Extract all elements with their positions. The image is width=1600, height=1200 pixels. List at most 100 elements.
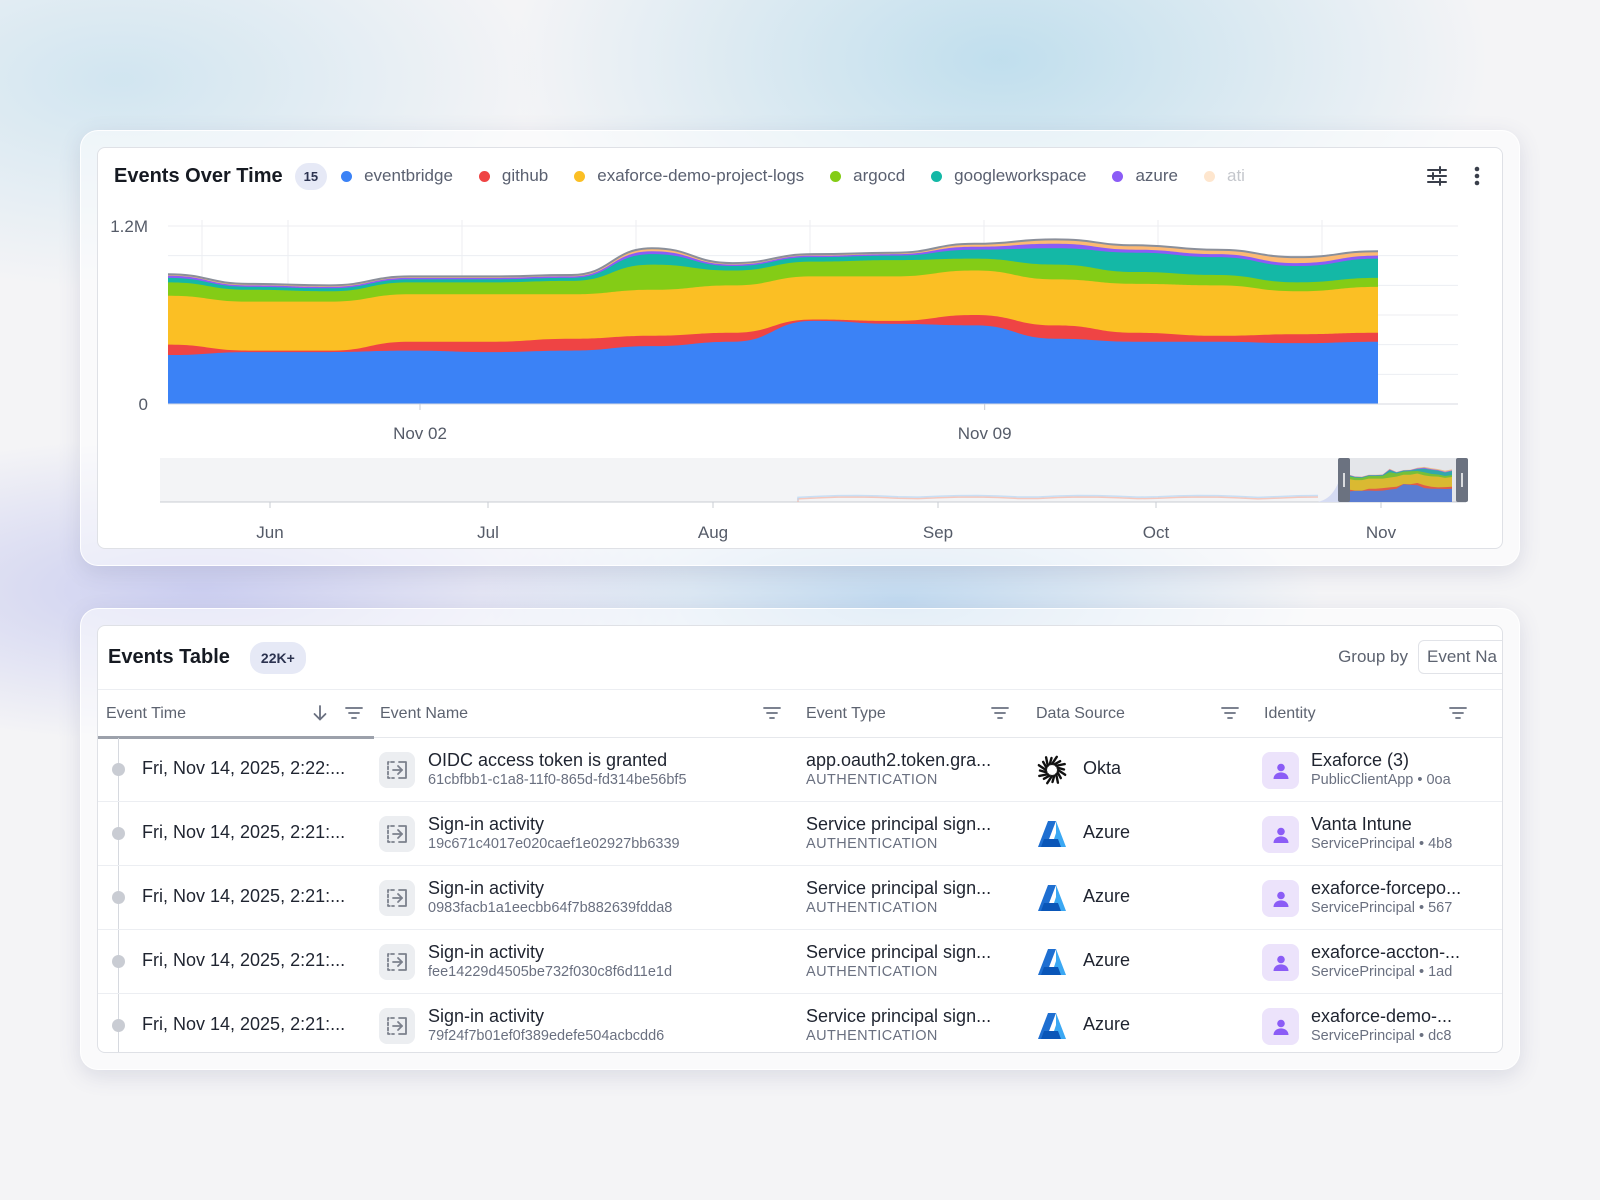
azure-logo-svg — [1038, 821, 1066, 847]
identity-name[interactable]: exaforce-demo-... — [1311, 1005, 1491, 1027]
filter-icon[interactable] — [990, 704, 1010, 722]
legend-dot — [341, 170, 353, 182]
azure-logo-svg — [1038, 949, 1066, 975]
login-arrow-icon-svg — [387, 953, 407, 971]
identity-type: ServicePrincipal • 567 — [1311, 900, 1453, 916]
legend-label: googleworkspace — [954, 166, 1087, 185]
table-row[interactable]: Fri, Nov 14, 2025, 2:21:... Sign-in activ… — [98, 930, 1502, 994]
event-time: Fri, Nov 14, 2025, 2:21:... — [142, 822, 346, 842]
identity-name[interactable]: Vanta Intune — [1311, 813, 1491, 835]
column-label-data-source: Data Source — [1036, 705, 1125, 722]
navigator-tick-label: Jun — [256, 523, 283, 542]
event-type-category: AUTHENTICATION — [806, 964, 938, 980]
navigator-handle[interactable] — [1338, 458, 1350, 502]
navigator-handle[interactable] — [1456, 458, 1468, 502]
data-source-name: Azure — [1083, 1014, 1131, 1034]
navigator-tick-label: Aug — [698, 523, 728, 542]
legend-label: exaforce-demo-project-logs — [597, 166, 805, 185]
timeline-dot — [112, 891, 125, 904]
events-over-time-panel: Events Over Time 15 eventbridge github exa… — [97, 147, 1503, 549]
login-arrow-icon-svg — [387, 1017, 407, 1035]
table-row[interactable]: Fri, Nov 14, 2025, 2:21:... Sign-in activ… — [98, 994, 1502, 1052]
legend-dot — [574, 170, 586, 182]
login-arrow-icon — [379, 1008, 415, 1044]
identity-type: PublicClientApp • 0oa — [1311, 772, 1451, 788]
column-label-event-name: Event Name — [380, 705, 469, 722]
navigator-background — [160, 458, 1466, 502]
filter-icon[interactable] — [762, 704, 782, 722]
more-vertical-icon-svg — [1474, 166, 1480, 186]
overview-navigator[interactable]: Jun Jul Aug Sep Oct Nov — [160, 458, 1468, 542]
column-header-event-time[interactable]: Event Time — [98, 690, 376, 739]
event-time: Fri, Nov 14, 2025, 2:21:... — [142, 950, 346, 970]
legend-dot — [830, 170, 842, 182]
column-header-event-type[interactable]: Event Type — [806, 690, 1026, 738]
person-icon — [1262, 1008, 1299, 1045]
event-name[interactable]: Sign-in activity — [428, 1005, 664, 1027]
legend-item-github[interactable]: github — [478, 166, 548, 186]
column-header-data-source[interactable]: Data Source — [1036, 690, 1256, 738]
filter-icon[interactable] — [1220, 704, 1240, 722]
person-icon-svg — [1273, 955, 1288, 971]
navigator-selection[interactable] — [1342, 458, 1460, 502]
data-source-name: Azure — [1083, 886, 1131, 906]
person-icon — [1262, 944, 1299, 981]
column-label-identity: Identity — [1264, 705, 1316, 722]
identity-cell: Exaforce (3) PublicClientApp • 0oa — [1311, 749, 1491, 790]
person-icon — [1262, 752, 1299, 789]
event-name[interactable]: Sign-in activity — [428, 941, 672, 963]
person-icon — [1262, 816, 1299, 853]
legend-dot — [478, 170, 490, 182]
sort-arrow-down-icon[interactable] — [311, 704, 329, 722]
table-row[interactable]: Fri, Nov 14, 2025, 2:21:... Sign-in activ… — [98, 866, 1502, 930]
events-area-chart[interactable]: 0 1.2M Nov 02 Nov 09 Jun Jul Aug Sep Oct Nov — [98, 204, 1503, 549]
table-row[interactable]: Fri, Nov 14, 2025, 2:21:... Sign-in activ… — [98, 802, 1502, 866]
person-icon-svg — [1273, 763, 1288, 779]
legend-item-argocd[interactable]: argocd — [830, 166, 905, 186]
legend-item-eventbridge[interactable]: eventbridge — [341, 166, 453, 186]
event-type: Service principal sign... — [806, 1006, 992, 1026]
x-tick-label: Nov 09 — [958, 424, 1012, 443]
column-label-event-time: Event Time — [106, 705, 187, 722]
legend-label: eventbridge — [364, 166, 453, 185]
identity-cell: exaforce-forcepo... ServicePrincipal • 56… — [1311, 877, 1491, 918]
filter-icon[interactable] — [344, 704, 364, 722]
identity-type: ServicePrincipal • 1ad — [1311, 964, 1453, 980]
event-time: Fri, Nov 14, 2025, 2:21:... — [142, 886, 346, 906]
login-arrow-icon-svg — [387, 889, 407, 907]
timeline-dot — [112, 955, 125, 968]
table-row[interactable]: Fri, Nov 14, 2025, 2:22:... OIDC access t… — [98, 738, 1502, 802]
timeline-dot — [112, 827, 125, 840]
event-type: Service principal sign... — [806, 942, 992, 962]
event-type: Service principal sign... — [806, 814, 992, 834]
group-by-select[interactable]: Event Na — [1418, 640, 1502, 674]
legend-item-exaforce-demo-project-logs[interactable]: exaforce-demo-project-logs — [574, 166, 804, 186]
column-header-identity[interactable]: Identity — [1264, 690, 1484, 738]
sliders-icon[interactable] — [1424, 163, 1450, 189]
events-table-panel: Events Table 22K+ Group by Event Na Even… — [97, 625, 1503, 1053]
data-source-name: Azure — [1083, 822, 1131, 842]
event-name-cell: Sign-in activity 0983facb1a1eecbb64f7b882… — [428, 877, 672, 918]
event-id: 79f24f7b01ef0f389edefe504acbcdd6 — [428, 1028, 665, 1044]
chart-tools — [1424, 163, 1490, 189]
event-name[interactable]: Sign-in activity — [428, 813, 680, 835]
identity-name[interactable]: exaforce-forcepo... — [1311, 877, 1491, 899]
legend-dot — [931, 170, 943, 182]
column-header-event-name[interactable]: Event Name — [380, 690, 790, 738]
event-name[interactable]: Sign-in activity — [428, 877, 672, 899]
event-name[interactable]: OIDC access token is granted — [428, 749, 687, 771]
azure-logo-svg — [1038, 885, 1066, 911]
legend-item-azure[interactable]: azure — [1112, 166, 1178, 186]
azure-icon — [1036, 946, 1068, 978]
event-name-cell: OIDC access token is granted 61cbfbb1-c1a… — [428, 749, 687, 790]
filter-icon[interactable] — [1448, 704, 1468, 722]
identity-name[interactable]: exaforce-accton-... — [1311, 941, 1491, 963]
legend-item-ati[interactable]: ati — [1204, 166, 1245, 186]
legend-item-googleworkspace[interactable]: googleworkspace — [931, 166, 1086, 186]
event-time: Fri, Nov 14, 2025, 2:22:... — [142, 758, 346, 778]
identity-name[interactable]: Exaforce (3) — [1311, 749, 1491, 771]
login-arrow-icon-svg — [387, 761, 407, 779]
group-by-control: Group by Event Na — [1338, 640, 1502, 674]
events-table-card: Events Table 22K+ Group by Event Na Even… — [80, 608, 1520, 1070]
more-vertical-icon[interactable] — [1464, 163, 1490, 189]
